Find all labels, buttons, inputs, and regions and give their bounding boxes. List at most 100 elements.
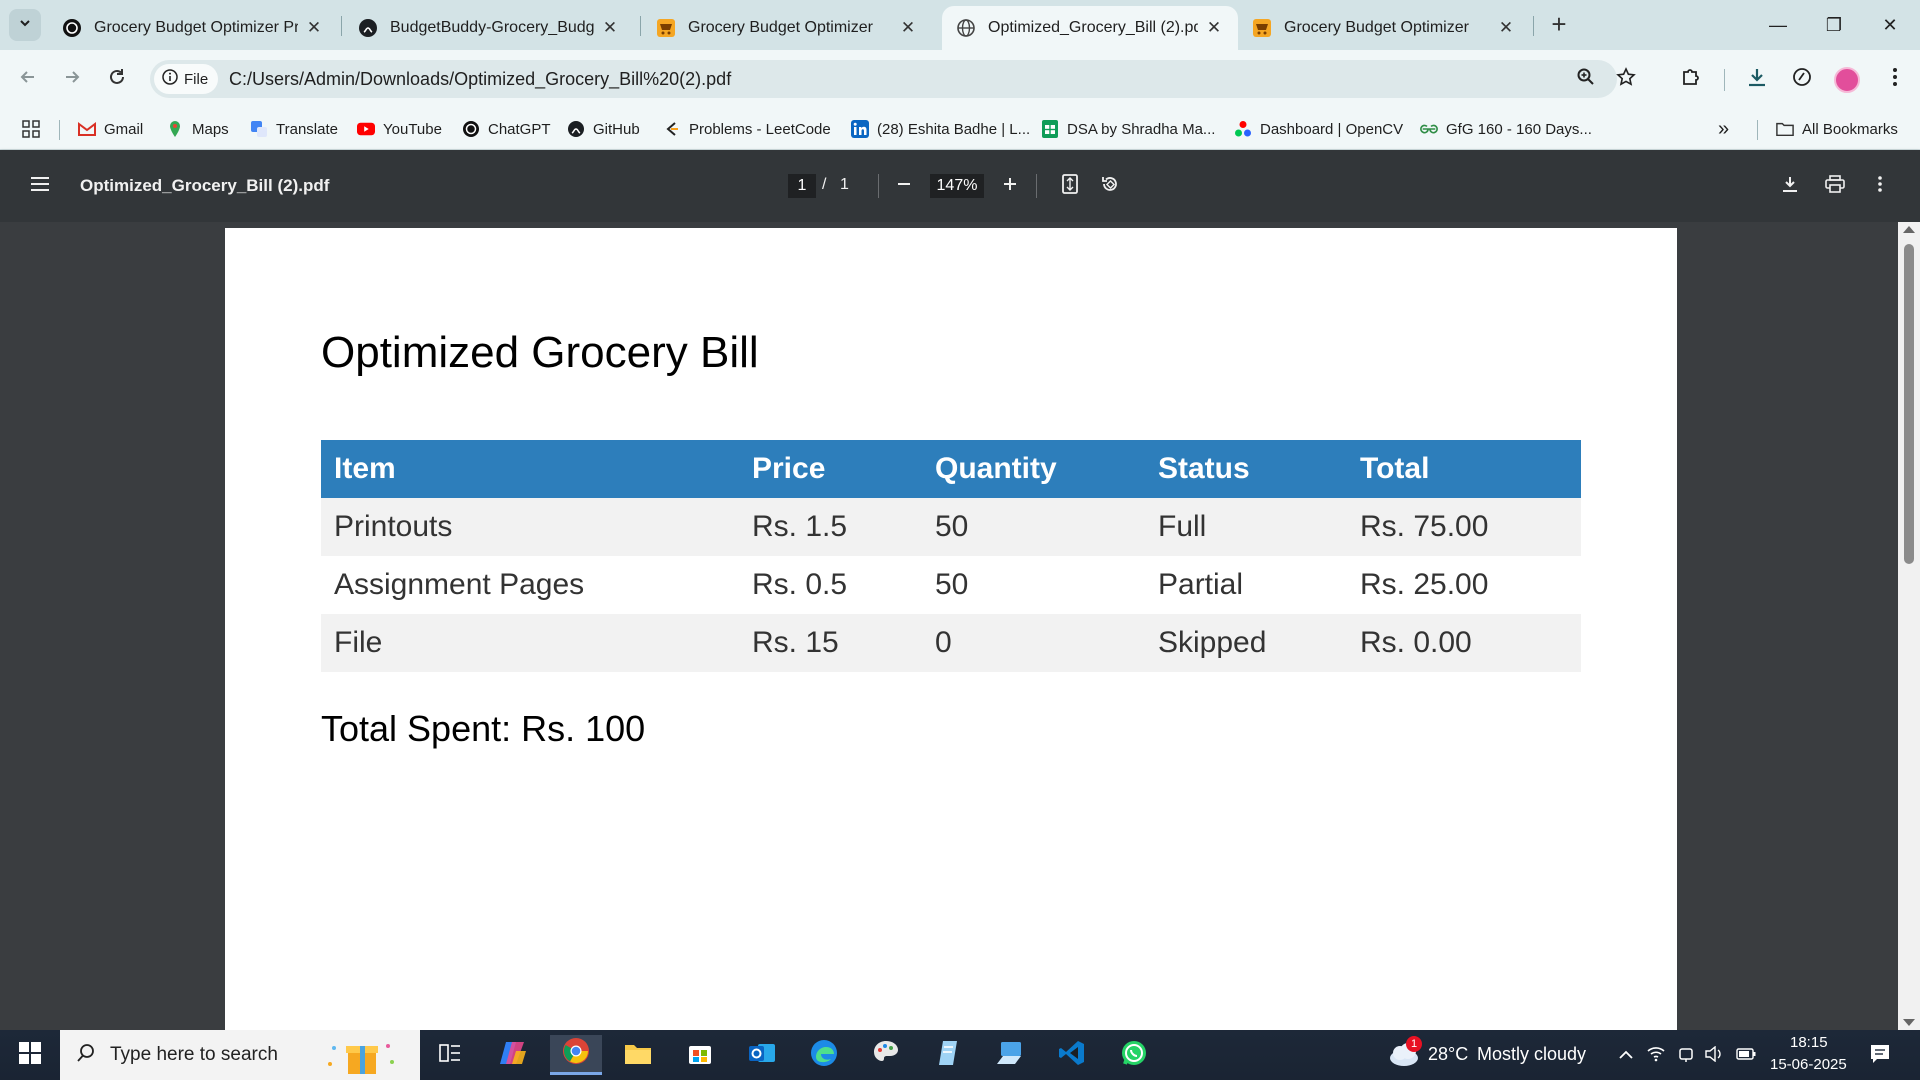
tab-search-button[interactable]: [9, 9, 41, 41]
gfg-icon: [1420, 120, 1438, 138]
close-icon[interactable]: ✕: [898, 18, 918, 38]
bookmark-github[interactable]: GitHub: [567, 118, 640, 140]
puzzle-icon: [1680, 66, 1702, 93]
taskbar-vscode[interactable]: [1046, 1035, 1098, 1075]
taskbar-notepad[interactable]: [922, 1035, 974, 1075]
taskbar-paint[interactable]: [860, 1035, 912, 1075]
rotate-button[interactable]: [1096, 172, 1124, 200]
show-hidden-icons-button[interactable]: [1616, 1046, 1636, 1066]
battery-charging-icon: [1736, 1047, 1756, 1065]
youtube-icon: [357, 120, 375, 138]
zoom-level-input[interactable]: 147%: [930, 174, 984, 198]
menu-button[interactable]: [1880, 64, 1910, 94]
zoom-in-button[interactable]: [996, 172, 1024, 200]
pdf-toolbar-divider: [878, 174, 879, 198]
bookmark-opencv[interactable]: Dashboard | OpenCV: [1234, 118, 1403, 140]
gmail-icon: [78, 120, 96, 138]
taskbar-search-box[interactable]: Type here to search: [60, 1030, 420, 1080]
table-row: Assignment Pages Rs. 0.5 50 Partial Rs. …: [321, 556, 1581, 614]
all-bookmarks-button[interactable]: All Bookmarks: [1776, 118, 1898, 140]
vertical-scrollbar[interactable]: [1898, 222, 1920, 1030]
notifications-button[interactable]: [1868, 1044, 1892, 1068]
search-placeholder: Type here to search: [110, 1044, 278, 1065]
zoom-indicator-button[interactable]: [1574, 67, 1598, 91]
scroll-up-arrow-icon[interactable]: [1903, 226, 1915, 233]
taskbar-edge[interactable]: [798, 1035, 850, 1075]
pdf-more-button[interactable]: [1866, 172, 1894, 200]
taskbar-file-explorer[interactable]: [612, 1035, 664, 1075]
reload-button[interactable]: [101, 63, 133, 95]
scroll-down-arrow-icon[interactable]: [1903, 1019, 1915, 1026]
store-icon: [687, 1040, 713, 1071]
taskbar-outlook[interactable]: [736, 1035, 788, 1075]
scrollbar-thumb[interactable]: [1904, 244, 1914, 564]
close-window-button[interactable]: ✕: [1862, 8, 1918, 42]
performance-button[interactable]: [1787, 64, 1817, 94]
new-tab-button[interactable]: +: [1544, 10, 1574, 40]
bookmark-chatgpt[interactable]: ChatGPT: [462, 118, 551, 140]
url-text[interactable]: C:/Users/Admin/Downloads/Optimized_Groce…: [229, 69, 731, 90]
bookmark-gfg[interactable]: GfG 160 - 160 Days...: [1420, 118, 1592, 140]
windows-taskbar: Type here to search 1 28°C Mostly cloudy…: [0, 1030, 1920, 1080]
speaker-icon: [1705, 1045, 1723, 1067]
taskbar-copilot[interactable]: [487, 1035, 539, 1075]
page-number-input[interactable]: 1: [788, 174, 816, 198]
close-icon[interactable]: ✕: [600, 18, 620, 38]
more-bookmarks-button[interactable]: »: [1718, 118, 1729, 140]
pdf-download-button[interactable]: [1776, 172, 1804, 200]
back-button[interactable]: [12, 63, 44, 95]
tab-1[interactable]: Grocery Budget Optimizer Proje ✕: [48, 6, 338, 50]
bookmark-gmail[interactable]: Gmail: [78, 118, 143, 140]
tab-4-active[interactable]: Optimized_Grocery_Bill (2).pdf ✕: [942, 6, 1238, 50]
clock-time[interactable]: 18:15: [1790, 1034, 1828, 1051]
taskbar-whatsapp[interactable]: [1108, 1035, 1160, 1075]
fit-to-page-button[interactable]: [1056, 172, 1084, 200]
sidebar-toggle-button[interactable]: [26, 172, 54, 200]
bookmark-translate[interactable]: Translate: [250, 118, 338, 140]
print-button[interactable]: [1821, 172, 1849, 200]
bookmark-dsa-sheet[interactable]: DSA by Shradha Ma...: [1041, 118, 1215, 140]
opencv-icon: [1234, 120, 1252, 138]
chatgpt-icon: [62, 18, 82, 38]
chevron-down-icon: [18, 16, 32, 35]
clock-date[interactable]: 15-06-2025: [1770, 1056, 1847, 1073]
tab-5[interactable]: Grocery Budget Optimizer ✕: [1238, 6, 1530, 50]
tab-3[interactable]: Grocery Budget Optimizer ✕: [642, 6, 932, 50]
close-icon[interactable]: ✕: [1496, 18, 1516, 38]
apps-grid-icon: [22, 120, 40, 138]
bookmark-leetcode[interactable]: Problems - LeetCode: [663, 118, 831, 140]
volume-control[interactable]: [1704, 1045, 1724, 1067]
address-bar[interactable]: File C:/Users/Admin/Downloads/Optimized_…: [150, 60, 1636, 98]
minimize-button[interactable]: —: [1750, 8, 1806, 42]
pdf-page: Optimized Grocery Bill Item Price Quanti…: [225, 228, 1677, 1030]
table-cell: Rs. 1.5: [739, 498, 922, 556]
weather-widget[interactable]: 1: [1386, 1036, 1422, 1073]
forward-button[interactable]: [56, 63, 88, 95]
downloads-button[interactable]: [1742, 64, 1772, 94]
device-status[interactable]: [1676, 1046, 1696, 1066]
close-icon[interactable]: ✕: [1204, 18, 1224, 38]
zoom-out-button[interactable]: [890, 172, 918, 200]
bookmark-linkedin[interactable]: (28) Eshita Badhe | L...: [851, 118, 1030, 140]
hamburger-menu-icon: [30, 176, 50, 197]
tab-2[interactable]: BudgetBuddy-Grocery_Budget_ ✕: [344, 6, 634, 50]
task-view-button[interactable]: [424, 1035, 476, 1075]
pdf-viewport[interactable]: Optimized Grocery Bill Item Price Quanti…: [0, 222, 1920, 1030]
extensions-button[interactable]: [1676, 64, 1706, 94]
battery-status[interactable]: [1736, 1046, 1756, 1066]
taskbar-chrome[interactable]: [550, 1035, 602, 1075]
apps-button[interactable]: [22, 118, 48, 140]
start-button[interactable]: [0, 1030, 60, 1080]
translate-icon: [250, 120, 268, 138]
restore-button[interactable]: ❐: [1806, 8, 1862, 42]
site-info-chip[interactable]: File: [154, 64, 219, 94]
wifi-status[interactable]: [1646, 1046, 1666, 1066]
taskbar-remote-desktop[interactable]: [984, 1035, 1036, 1075]
bookmark-star-button[interactable]: [1614, 66, 1638, 91]
bookmark-maps[interactable]: Maps: [166, 118, 229, 140]
bookmark-youtube[interactable]: YouTube: [357, 118, 442, 140]
taskbar-microsoft-store[interactable]: [674, 1035, 726, 1075]
profile-avatar[interactable]: [1834, 67, 1860, 93]
document-title: Optimized Grocery Bill: [321, 328, 759, 377]
close-icon[interactable]: ✕: [304, 18, 324, 38]
